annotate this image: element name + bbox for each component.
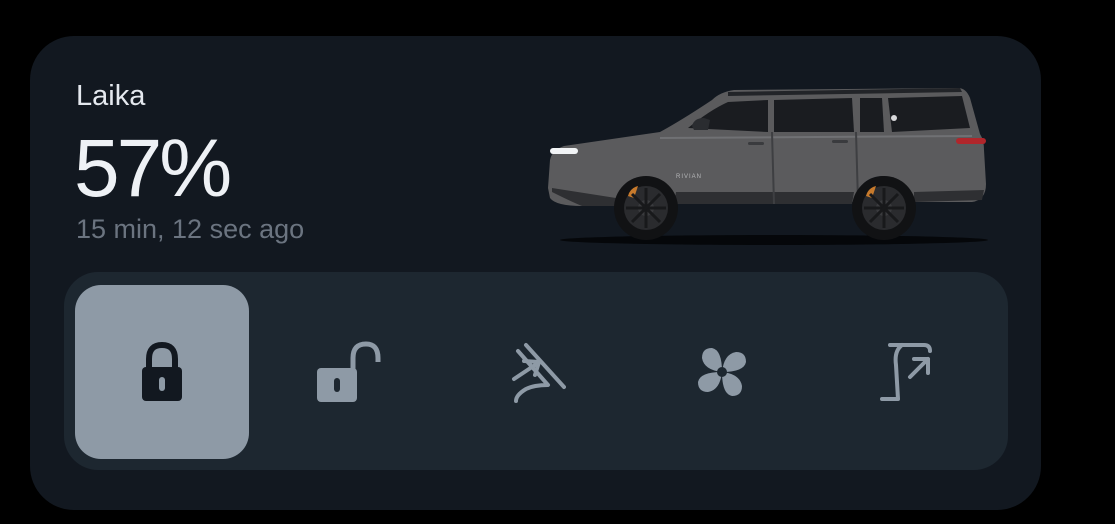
climate-button[interactable] <box>635 285 809 459</box>
frunk-icon <box>512 343 566 403</box>
controls-panel <box>64 272 1008 470</box>
vehicle-name: Laika <box>76 80 146 112</box>
frunk-button[interactable] <box>448 285 622 459</box>
lock-button[interactable] <box>75 285 249 459</box>
vehicle-badge-text: RIVIAN <box>676 174 702 180</box>
fan-icon <box>698 348 746 396</box>
vehicle-card: Laika 57% 15 min, 12 sec ago RIVIAN <box>30 36 1041 510</box>
unlock-icon <box>317 341 381 402</box>
unlock-button[interactable] <box>261 285 435 459</box>
vehicle-image: RIVIAN <box>548 88 988 245</box>
last-updated: 15 min, 12 sec ago <box>76 214 305 244</box>
lock-icon <box>142 341 182 401</box>
liftgate-button[interactable] <box>821 285 995 459</box>
liftgate-icon <box>880 343 932 401</box>
battery-percentage: 57% <box>74 123 232 214</box>
